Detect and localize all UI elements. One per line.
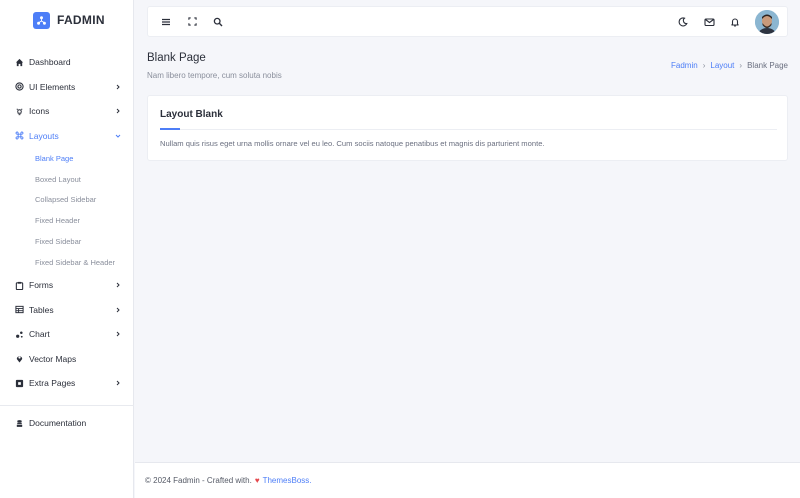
sidebar-divider	[0, 405, 134, 406]
brand[interactable]: FADMIN	[0, 0, 133, 40]
card-title-underline	[160, 128, 180, 130]
sidebar-subitem-fixed-sidebar-header[interactable]: Fixed Sidebar & Header	[0, 252, 134, 273]
pages-icon	[14, 378, 24, 388]
breadcrumb-link-fadmin[interactable]: Fadmin	[671, 61, 698, 70]
sidebar-item-forms[interactable]: Forms	[0, 273, 134, 298]
breadcrumb: Fadmin › Layout › Blank Page	[671, 61, 788, 70]
sidebar-subitem-blank-page[interactable]: Blank Page	[0, 148, 134, 169]
sidebar-item-tables[interactable]: Tables	[0, 297, 134, 322]
card-divider	[160, 129, 777, 130]
sidebar-item-icons[interactable]: Icons	[0, 99, 134, 124]
chevron-right-icon	[114, 83, 122, 91]
sidebar-item-ui-elements[interactable]: UI Elements	[0, 75, 134, 100]
card-title: Layout Blank	[160, 109, 223, 120]
sidebar-item-chart[interactable]: Chart	[0, 322, 134, 347]
sidebar-item-label: Chart	[29, 329, 50, 340]
sidebar-subitem-boxed-layout[interactable]: Boxed Layout	[0, 169, 134, 190]
topbar	[147, 6, 788, 37]
search-icon[interactable]	[212, 16, 224, 28]
chevron-right-icon	[114, 379, 122, 387]
sidebar-item-extra-pages[interactable]: Extra Pages	[0, 371, 134, 396]
topbar-right	[677, 9, 779, 34]
avatar-image	[755, 9, 779, 34]
breadcrumb-current: Blank Page	[747, 61, 788, 70]
sidebar-item-label: UI Elements	[29, 81, 76, 92]
target-icon	[14, 82, 24, 92]
chevron-right-icon	[114, 281, 122, 289]
chevron-down-icon	[114, 132, 122, 140]
menu-icon[interactable]	[160, 16, 172, 28]
footer-copyright: © 2024 Fadmin - Crafted with.	[145, 476, 252, 485]
sidebar-subitem-fixed-sidebar[interactable]: Fixed Sidebar	[0, 231, 134, 252]
table-icon	[14, 305, 24, 315]
page-subtitle: Nam libero tempore, cum soluta nobis	[147, 71, 282, 80]
home-icon	[14, 57, 24, 67]
sidebar-subitem-fixed-header[interactable]: Fixed Header	[0, 210, 134, 231]
sidebar-item-layouts[interactable]: Layouts	[0, 124, 134, 149]
sidebar-subitem-collapsed-sidebar[interactable]: Collapsed Sidebar	[0, 190, 134, 211]
clipboard-icon	[14, 280, 24, 290]
avatar[interactable]	[755, 9, 779, 34]
dark-mode-icon[interactable]	[677, 16, 689, 28]
bell-icon[interactable]	[729, 16, 741, 28]
chevron-right-icon	[114, 107, 122, 115]
topbar-left	[156, 16, 224, 28]
breadcrumb-separator-icon: ›	[739, 61, 743, 70]
sidebar-item-label: Extra Pages	[29, 378, 76, 389]
sidebar-item-label: Documentation	[29, 418, 87, 429]
sidebar-item-label: Vector Maps	[29, 353, 77, 364]
sidebar-item-documentation[interactable]: Documentation	[0, 411, 134, 436]
layout-blank-card: Layout Blank Nullam quis risus eget urna…	[147, 95, 788, 161]
fullscreen-icon[interactable]	[186, 16, 198, 28]
sidebar-item-label: Tables	[29, 304, 54, 315]
sidebar-item-dashboard[interactable]: Dashboard	[0, 50, 134, 75]
sidebar-item-documentation-wrapper: Documentation	[0, 411, 134, 436]
breadcrumb-link-layout[interactable]: Layout	[710, 61, 734, 70]
heart-icon: ♥	[254, 476, 260, 485]
chart-icon	[14, 329, 24, 339]
card-text: Nullam quis risus eget urna mollis ornar…	[160, 139, 545, 148]
chevron-right-icon	[114, 330, 122, 338]
footer: © 2024 Fadmin - Crafted with. ♥ ThemesBo…	[135, 462, 800, 498]
brand-name: FADMIN	[57, 13, 105, 27]
sidebar-nav: Dashboard UI Elements Icons Layouts Blan…	[0, 50, 134, 395]
sidebar-item-label: Icons	[29, 106, 50, 117]
sidebar-item-label: Dashboard	[29, 57, 71, 68]
sidebar-item-label: Layouts	[29, 130, 59, 141]
chevron-right-icon	[114, 306, 122, 314]
bulb-icon	[14, 106, 24, 116]
brand-logo-icon	[33, 11, 50, 29]
sidebar: FADMIN Dashboard UI Elements Icons Layou…	[0, 0, 134, 498]
footer-link-themesboss[interactable]: ThemesBoss.	[263, 476, 312, 485]
page-title: Blank Page	[147, 52, 206, 64]
stack-icon	[14, 418, 24, 428]
breadcrumb-separator-icon: ›	[702, 61, 706, 70]
map-pin-icon	[14, 354, 24, 364]
sidebar-item-label: Forms	[29, 280, 54, 291]
sidebar-item-vector-maps[interactable]: Vector Maps	[0, 346, 134, 371]
mail-icon[interactable]	[703, 16, 715, 28]
command-icon	[14, 131, 24, 141]
